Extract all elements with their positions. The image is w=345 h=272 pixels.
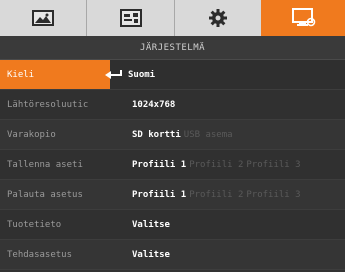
system-monitor-icon <box>291 8 315 27</box>
menu-row-product-info[interactable]: Tuotetieto Valitse <box>0 210 345 240</box>
menu-row-factory-reset[interactable]: Tehdasasetus Valitse <box>0 240 345 270</box>
menu-row-output-resolution[interactable]: Lähtöresoluutic 1024x768 <box>0 90 345 120</box>
select-button[interactable]: Valitse <box>132 220 170 230</box>
menu-values-restore-settings: Profiili 1 Profiili 2 Profiili 3 <box>118 190 301 200</box>
menu-label-product-info: Tuotetieto <box>7 219 62 230</box>
tab-image[interactable] <box>0 0 86 36</box>
option-sd-card[interactable]: SD kortti <box>132 130 181 140</box>
menu-label-backup: Varakopio <box>7 129 56 140</box>
menu-values-save-settings: Profiili 1 Profiili 2 Profiili 3 <box>118 160 301 170</box>
select-button[interactable]: Valitse <box>132 250 170 260</box>
section-title: JÄRJESTELMÄ <box>0 36 345 60</box>
option-profile-2[interactable]: Profiili 2 <box>189 160 243 170</box>
tab-bar <box>0 0 345 36</box>
tab-settings[interactable] <box>174 0 261 36</box>
option-value[interactable]: Suomi <box>128 70 155 80</box>
option-profile-1[interactable]: Profiili 1 <box>132 190 186 200</box>
image-icon <box>32 10 54 26</box>
tab-display[interactable] <box>86 0 174 36</box>
tab-system[interactable] <box>261 0 345 36</box>
option-usb-drive[interactable]: USB asema <box>184 130 233 140</box>
menu-values-product-info: Valitse <box>118 220 170 230</box>
option-profile-3[interactable]: Profiili 3 <box>246 160 300 170</box>
option-profile-2[interactable]: Profiili 2 <box>189 190 243 200</box>
option-profile-3[interactable]: Profiili 3 <box>246 190 300 200</box>
menu-label-restore-settings: Palauta asetus <box>7 189 83 200</box>
menu-values-output-resolution: 1024x768 <box>118 100 175 110</box>
menu-label-save-settings: Tallenna aseti <box>7 159 83 170</box>
menu-values-factory-reset: Valitse <box>118 250 170 260</box>
menu-row-restore-settings[interactable]: Palauta asetus Profiili 1 Profiili 2 Pro… <box>0 180 345 210</box>
menu-values-backup: SD kortti USB asema <box>118 130 233 140</box>
osd-menu: JÄRJESTELMÄ Kieli Suomi Lähtöresoluutic … <box>0 0 345 272</box>
menu-row-backup[interactable]: Varakopio SD kortti USB asema <box>0 120 345 150</box>
menu-label-factory-reset: Tehdasasetus <box>7 249 73 260</box>
menu-row-save-settings[interactable]: Tallenna aseti Profiili 1 Profiili 2 Pro… <box>0 150 345 180</box>
option-profile-1[interactable]: Profiili 1 <box>132 160 186 170</box>
menu-values-language: Suomi <box>126 70 155 80</box>
return-arrow-icon <box>102 69 126 80</box>
menu-label-output-resolution: Lähtöresoluutic <box>7 99 89 110</box>
menu-list: Kieli Suomi Lähtöresoluutic 1024x768 Var… <box>0 60 345 272</box>
display-settings-icon <box>119 9 142 27</box>
option-value[interactable]: 1024x768 <box>132 100 175 110</box>
menu-label-language: Kieli <box>0 60 110 89</box>
menu-row-language[interactable]: Kieli Suomi <box>0 60 345 90</box>
gear-icon <box>209 9 227 27</box>
